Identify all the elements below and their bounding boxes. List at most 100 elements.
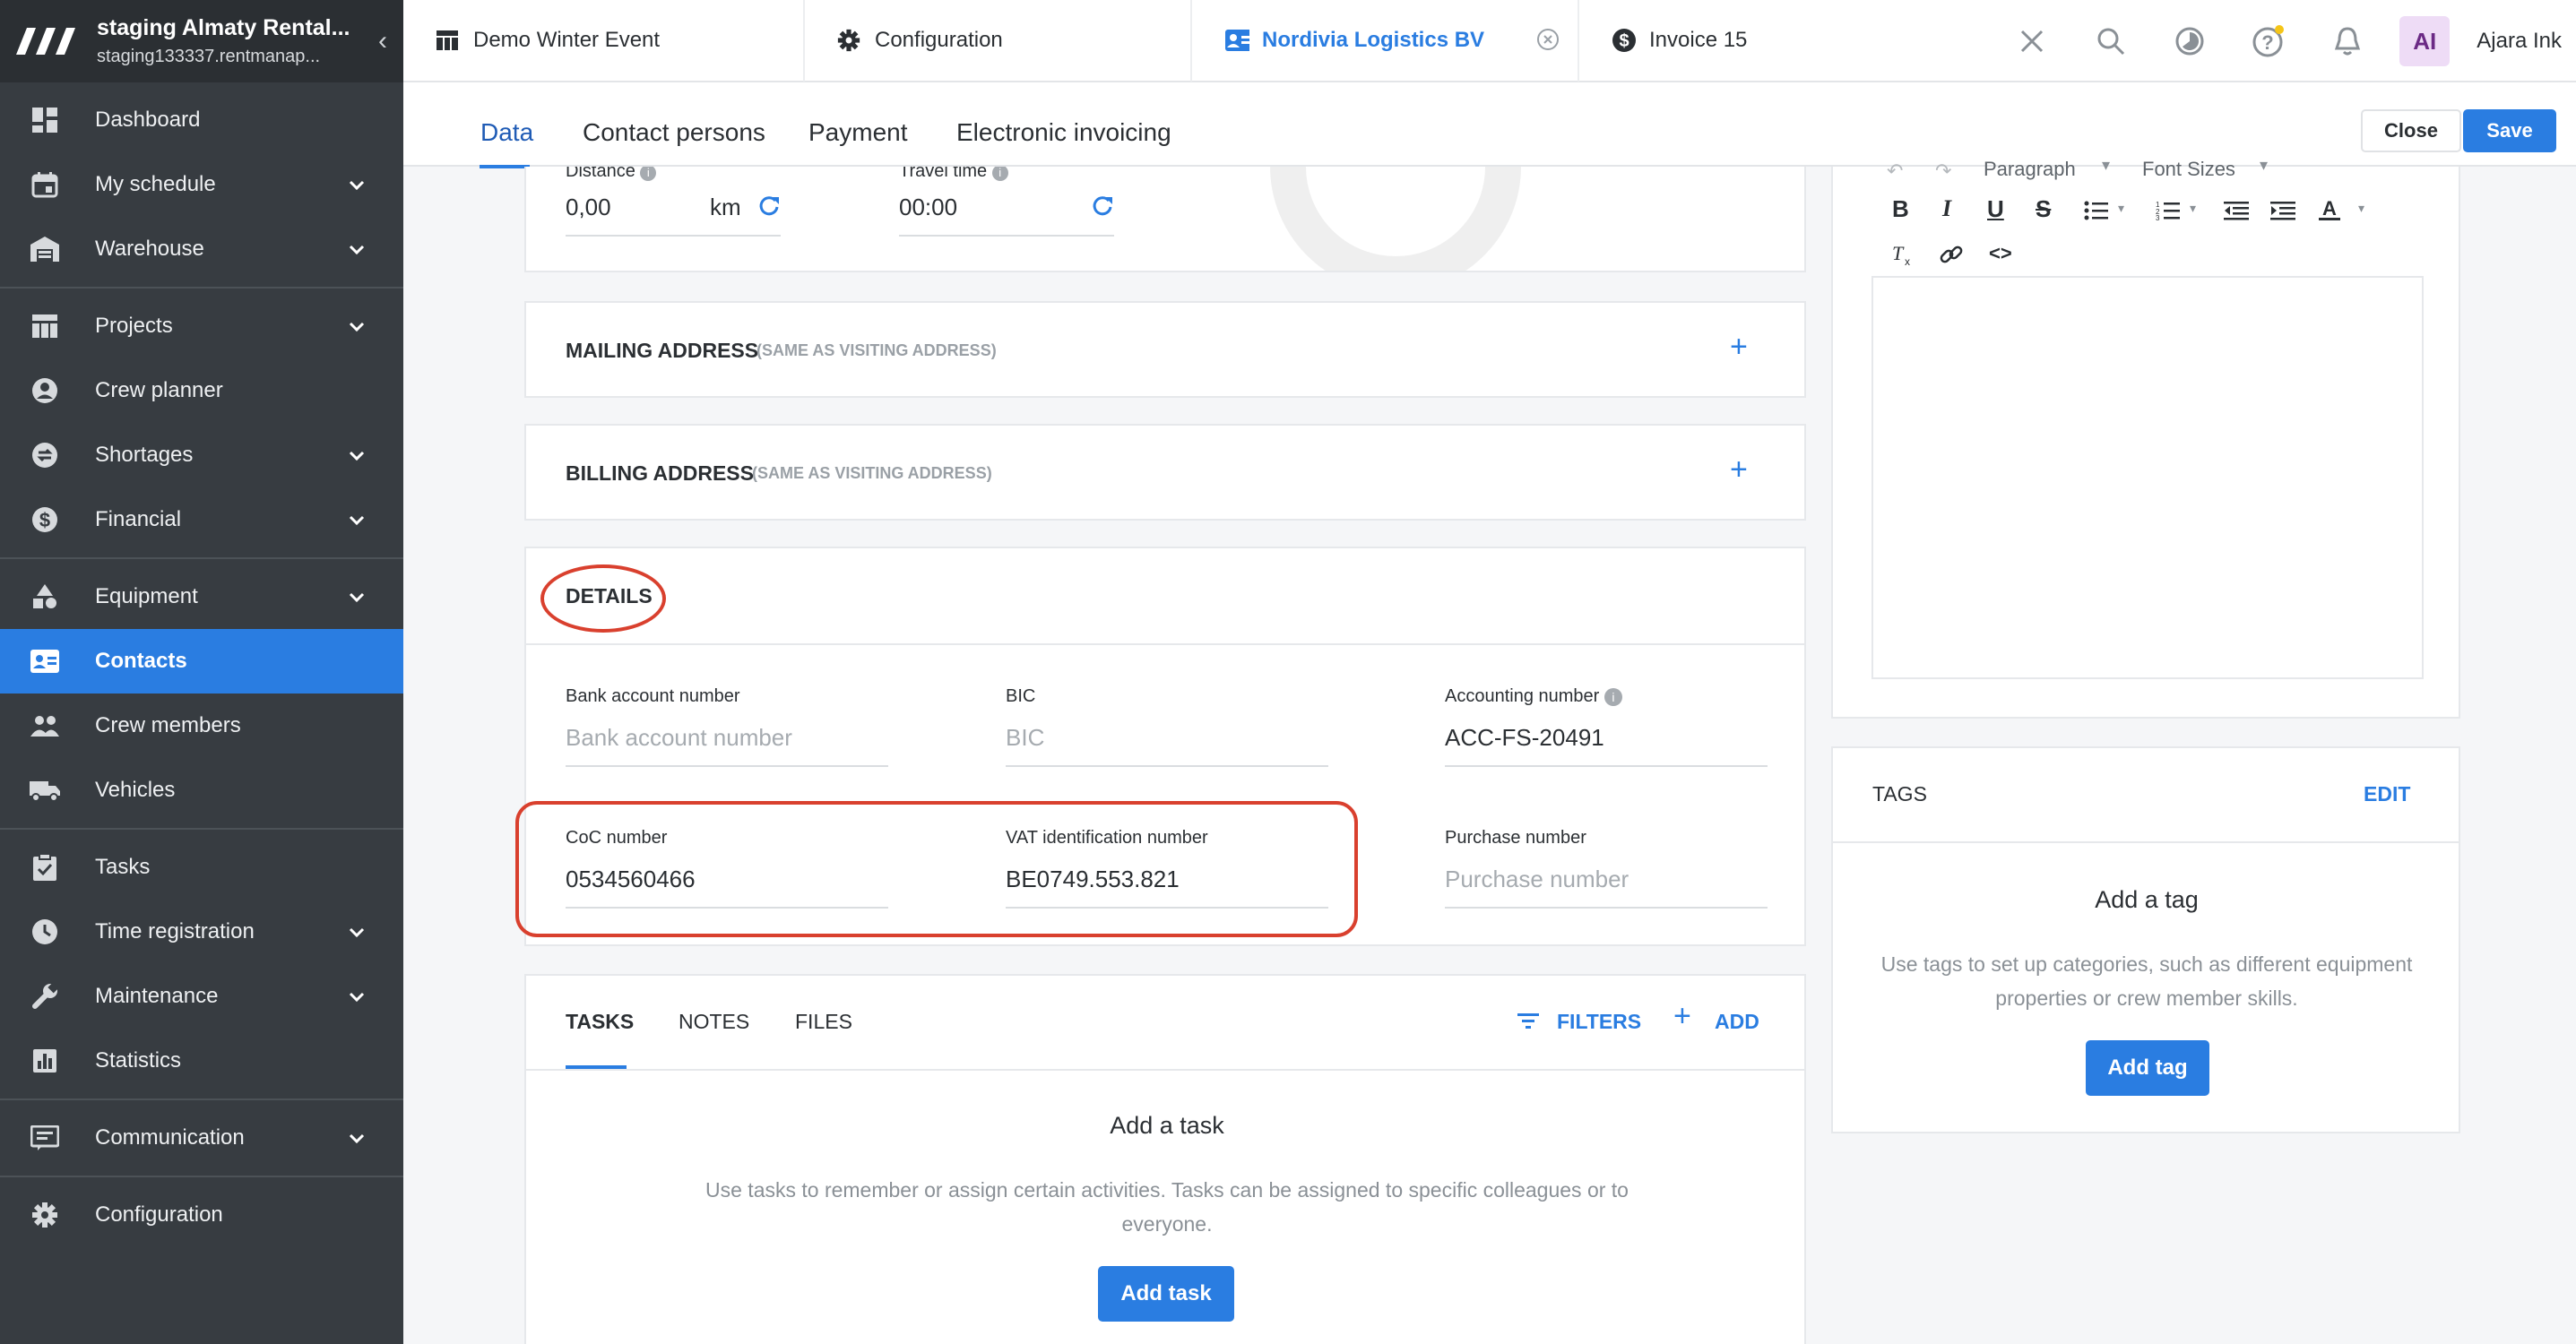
add-task-button[interactable]: Add task (1098, 1266, 1234, 1322)
text-color-icon[interactable]: A (2317, 197, 2342, 227)
sidebar-item-maintenance[interactable]: Maintenance (0, 964, 403, 1029)
divider (1833, 841, 2460, 843)
tab-demo-winter-event[interactable]: Demo Winter Event (403, 0, 805, 82)
sidebar-item-equipment[interactable]: Equipment (0, 564, 403, 629)
sidebar-item-my-schedule[interactable]: My schedule (0, 152, 403, 217)
sidebar-item-label: Dashboard (95, 108, 201, 132)
active-tab-indicator (480, 165, 530, 168)
search-icon[interactable] (2071, 0, 2150, 82)
rentman-logo-icon[interactable] (16, 23, 81, 59)
tab-invoice-15[interactable]: $ Invoice 15 (1579, 0, 1947, 82)
shortages-icon (29, 439, 61, 471)
recalculate-distance-icon[interactable] (757, 194, 781, 221)
sidebar-item-warehouse[interactable]: Warehouse (0, 217, 403, 281)
sidebar-item-projects[interactable]: Projects (0, 294, 403, 358)
close-tab-icon[interactable] (1536, 28, 1560, 57)
sidebar-item-time-registration[interactable]: Time registration (0, 900, 403, 964)
tab-configuration[interactable]: Configuration (805, 0, 1192, 82)
link-icon[interactable] (1939, 244, 1964, 271)
bic-input[interactable]: BIC (1006, 724, 1044, 752)
sidebar-item-shortages[interactable]: Shortages (0, 423, 403, 487)
billing-address-card[interactable]: BILLING ADDRESS (SAME AS VISITING ADDRES… (524, 424, 1806, 521)
chevron-down-icon: ▾ (2260, 156, 2269, 174)
source-code-icon[interactable]: <> (1989, 242, 2012, 265)
clipboard-check-icon (29, 851, 61, 883)
sidebar-item-financial[interactable]: $ Financial (0, 487, 403, 552)
avatar[interactable]: AI (2399, 16, 2451, 66)
sidebar-item-vehicles[interactable]: Vehicles (0, 758, 403, 823)
tab-notes[interactable]: NOTES (679, 1010, 749, 1034)
distance-label: Distance i (566, 167, 657, 182)
sidebar-item-dashboard[interactable]: Dashboard (0, 88, 403, 152)
distance-input[interactable]: 0,00 (566, 194, 611, 221)
save-button[interactable]: Save (2463, 109, 2556, 152)
notes-editor-card: ↶ ↷ Paragraph ▾ Font Sizes ▾ B I U S ▾ 1… (1831, 156, 2460, 719)
divider (526, 1069, 1806, 1071)
svg-text:?: ? (2262, 31, 2274, 54)
chevron-down-icon (349, 515, 365, 526)
sidebar-item-statistics[interactable]: Statistics (0, 1029, 403, 1093)
undo-icon[interactable]: ↶ (1887, 159, 1903, 183)
paragraph-select[interactable]: Paragraph (1984, 158, 2076, 181)
dashboard-icon (29, 104, 61, 136)
recalculate-time-icon[interactable] (1091, 194, 1114, 221)
accounting-number-input[interactable]: ACC-FS-20491 (1445, 724, 1604, 752)
travel-time-input[interactable]: 00:00 (899, 194, 957, 221)
purchase-number-input[interactable]: Purchase number (1445, 866, 1629, 893)
clear-formatting-icon[interactable]: Tx (1890, 242, 1917, 271)
timer-icon[interactable] (2150, 0, 2229, 82)
sidebar-item-tasks[interactable]: Tasks (0, 835, 403, 900)
filters-button[interactable]: FILTERS (1557, 1010, 1641, 1034)
redo-icon[interactable]: ↷ (1935, 159, 1951, 183)
tab-contact-persons[interactable]: Contact persons (583, 118, 765, 147)
add-tag-button[interactable]: Add tag (2086, 1040, 2209, 1096)
tab-data[interactable]: Data (480, 118, 533, 147)
user-name[interactable]: Ajara Ink (2477, 29, 2562, 54)
sidebar-item-crew-members[interactable]: Crew members (0, 694, 403, 758)
tab-label: Demo Winter Event (473, 28, 661, 52)
tab-electronic-invoicing[interactable]: Electronic invoicing (956, 118, 1171, 147)
projects-icon (29, 310, 61, 342)
collapse-sidebar-icon[interactable]: ‹ (378, 26, 387, 56)
sidebar-item-contacts[interactable]: Contacts (0, 629, 403, 694)
bank-account-input[interactable]: Bank account number (566, 724, 792, 752)
watermark-graphic (1207, 167, 1584, 271)
tab-label: Nordivia Logistics BV (1262, 28, 1485, 52)
account-name[interactable]: staging Almaty Rental... (97, 15, 378, 41)
close-button[interactable]: Close (2361, 109, 2461, 152)
strikethrough-icon[interactable]: S (2036, 195, 2051, 223)
edit-tags-link[interactable]: EDIT (2364, 782, 2410, 806)
add-task-link[interactable]: ADD (1715, 1010, 1759, 1034)
account-url: staging133337.rentmanap... (97, 47, 321, 66)
bullet-list-icon[interactable] (2084, 201, 2109, 225)
close-all-tabs-icon[interactable] (1993, 0, 2071, 82)
chevron-down-icon (349, 592, 365, 603)
expand-plus-icon[interactable]: + (1730, 330, 1748, 365)
tab-files[interactable]: FILES (795, 1010, 852, 1034)
bell-icon[interactable] (2308, 0, 2387, 82)
outdent-icon[interactable] (2224, 201, 2249, 225)
people-icon (29, 710, 61, 742)
bold-icon[interactable]: B (1892, 195, 1909, 223)
tab-nordivia-logistics[interactable]: Nordivia Logistics BV (1192, 0, 1579, 82)
sidebar-item-label: Crew planner (95, 378, 223, 402)
numbered-list-icon[interactable]: 123 (2156, 201, 2181, 225)
sidebar-item-crew-planner[interactable]: Crew planner (0, 358, 403, 423)
help-icon[interactable]: ? (2229, 0, 2308, 82)
underline-icon[interactable]: U (1987, 195, 2004, 223)
font-size-select[interactable]: Font Sizes (2142, 158, 2235, 181)
filter-icon[interactable] (1517, 1012, 1540, 1036)
sidebar-item-communication[interactable]: Communication (0, 1106, 403, 1170)
expand-plus-icon[interactable]: + (1730, 452, 1748, 487)
tab-payment[interactable]: Payment (808, 118, 908, 147)
mailing-address-card[interactable]: MAILING ADDRESS (SAME AS VISITING ADDRES… (524, 301, 1806, 398)
message-icon (29, 1122, 61, 1154)
tab-tasks[interactable]: TASKS (566, 1010, 634, 1034)
italic-icon[interactable]: I (1942, 195, 1951, 222)
sidebar-item-configuration[interactable]: Configuration (0, 1183, 403, 1247)
editor-content-area[interactable] (1871, 276, 2424, 679)
indent-icon[interactable] (2270, 201, 2295, 225)
tab-label: Configuration (875, 28, 1003, 52)
annotation-box (515, 801, 1358, 937)
add-plus-icon[interactable]: + (1673, 999, 1691, 1034)
